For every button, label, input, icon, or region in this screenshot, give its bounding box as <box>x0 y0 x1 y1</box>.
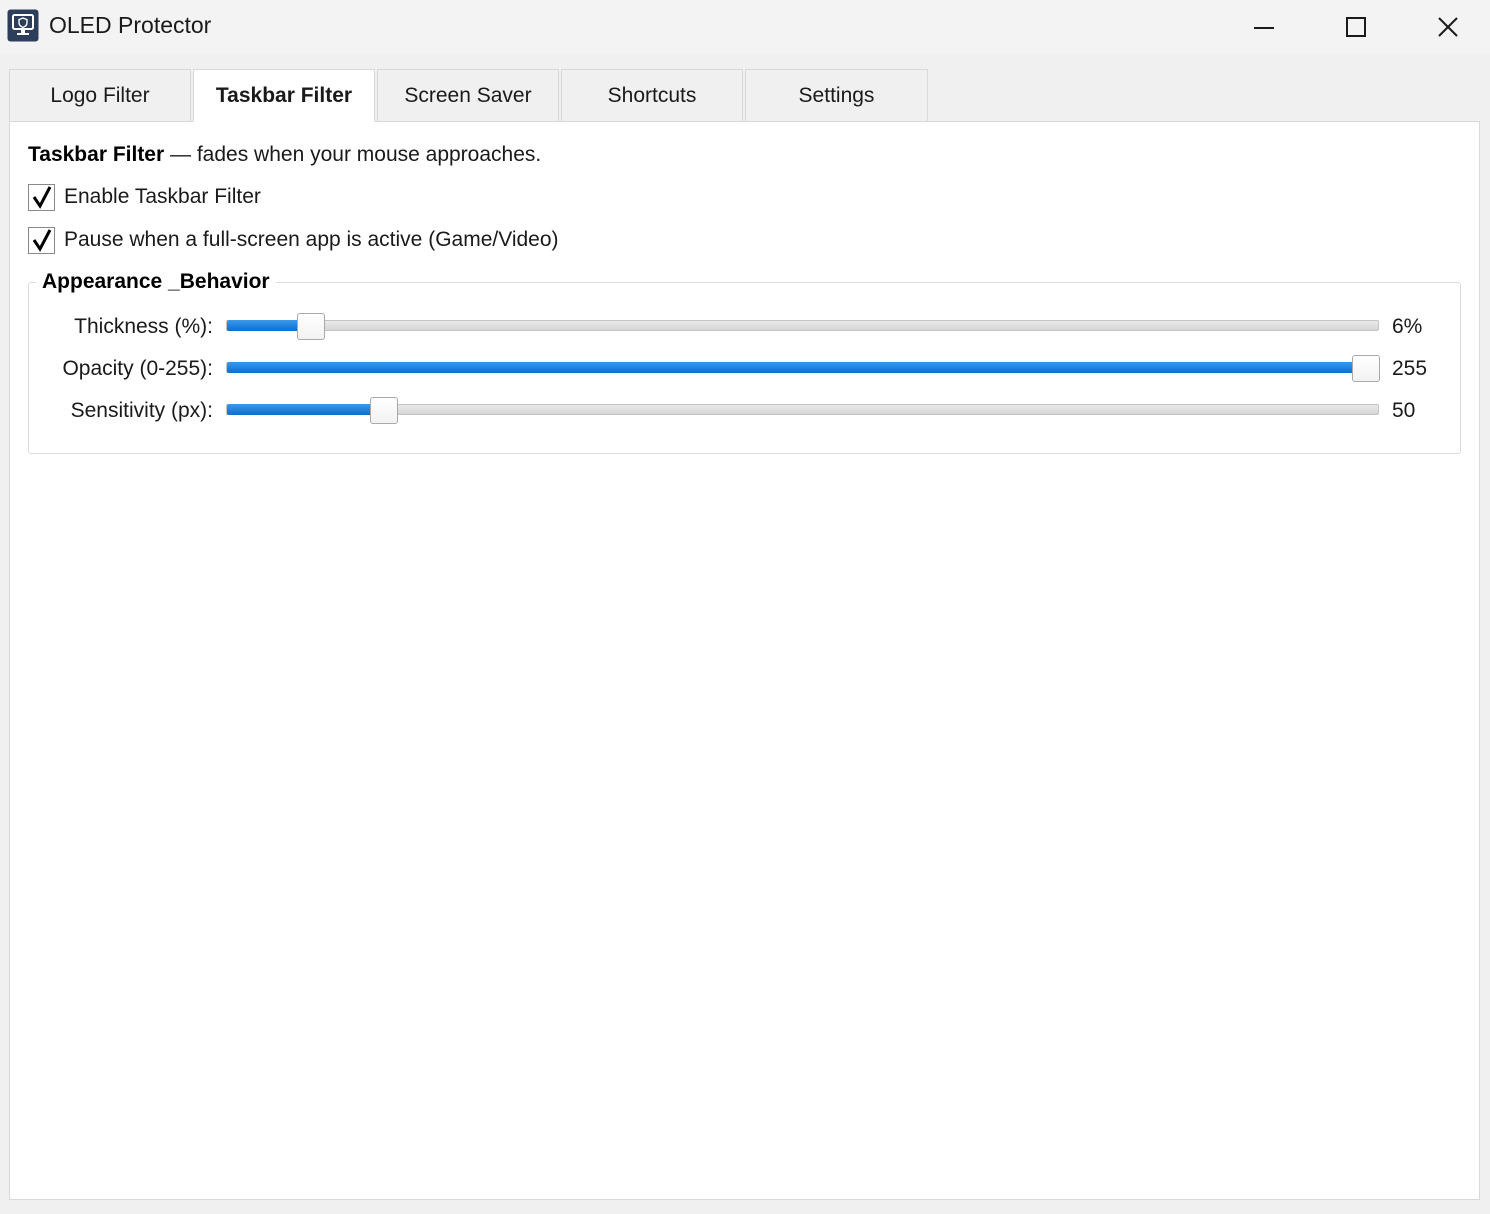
checkmark-icon <box>32 229 51 252</box>
checkmark-icon <box>32 186 51 209</box>
tab-screen-saver[interactable]: Screen Saver <box>377 69 559 121</box>
maximize-button[interactable] <box>1310 0 1402 54</box>
slider-thumb[interactable] <box>369 397 398 424</box>
minimize-button[interactable] <box>1218 0 1310 54</box>
intro-description: — fades when your mouse approaches. <box>164 143 542 166</box>
close-button[interactable] <box>1402 0 1490 54</box>
checkbox-box[interactable] <box>28 226 55 254</box>
sensitivity-slider[interactable] <box>226 397 1379 424</box>
opacity-slider[interactable] <box>226 355 1380 382</box>
minimize-icon <box>1254 27 1274 29</box>
window-title: OLED Protector <box>49 12 212 38</box>
thickness-value: 6% <box>1392 315 1423 338</box>
tab-label: Screen Saver <box>404 83 532 107</box>
sensitivity-label: Sensitivity (px): <box>70 399 213 422</box>
tab-label: Settings <box>798 83 875 107</box>
checkbox-label: Pause when a full-screen app is active (… <box>64 228 559 251</box>
slider-thumb[interactable] <box>1352 355 1380 382</box>
checkbox-box[interactable] <box>28 183 55 211</box>
sensitivity-value: 50 <box>1392 399 1416 422</box>
tab-label: Shortcuts <box>607 83 697 107</box>
thickness-label: Thickness (%): <box>74 315 213 338</box>
opacity-value: 255 <box>1392 357 1428 380</box>
group-title: Appearance _Behavior <box>36 270 276 294</box>
tab-label: Logo Filter <box>50 83 150 107</box>
tab-taskbar-filter[interactable]: Taskbar Filter <box>193 69 375 122</box>
opacity-label: Opacity (0-255): <box>62 357 213 380</box>
maximize-icon <box>1346 17 1366 37</box>
pause-fullscreen-checkbox[interactable]: Pause when a full-screen app is active (… <box>28 226 559 254</box>
intro-title: Taskbar Filter <box>28 143 165 166</box>
slider-fill <box>227 362 1366 373</box>
close-icon <box>1438 17 1458 37</box>
tab-shortcuts[interactable]: Shortcuts <box>561 69 743 121</box>
title-bar: OLED Protector <box>0 0 1490 54</box>
checkbox-label: Enable Taskbar Filter <box>64 185 261 208</box>
intro-text: Taskbar Filter — fades when your mouse a… <box>28 143 541 167</box>
monitor-shield-icon <box>7 9 39 42</box>
tab-label: Taskbar Filter <box>215 84 353 107</box>
thickness-slider[interactable] <box>226 313 1379 340</box>
tab-settings[interactable]: Settings <box>745 69 928 121</box>
slider-fill <box>227 404 384 415</box>
slider-thumb[interactable] <box>296 313 325 340</box>
tab-logo-filter[interactable]: Logo Filter <box>9 69 191 121</box>
enable-taskbar-filter-checkbox[interactable]: Enable Taskbar Filter <box>28 183 261 211</box>
